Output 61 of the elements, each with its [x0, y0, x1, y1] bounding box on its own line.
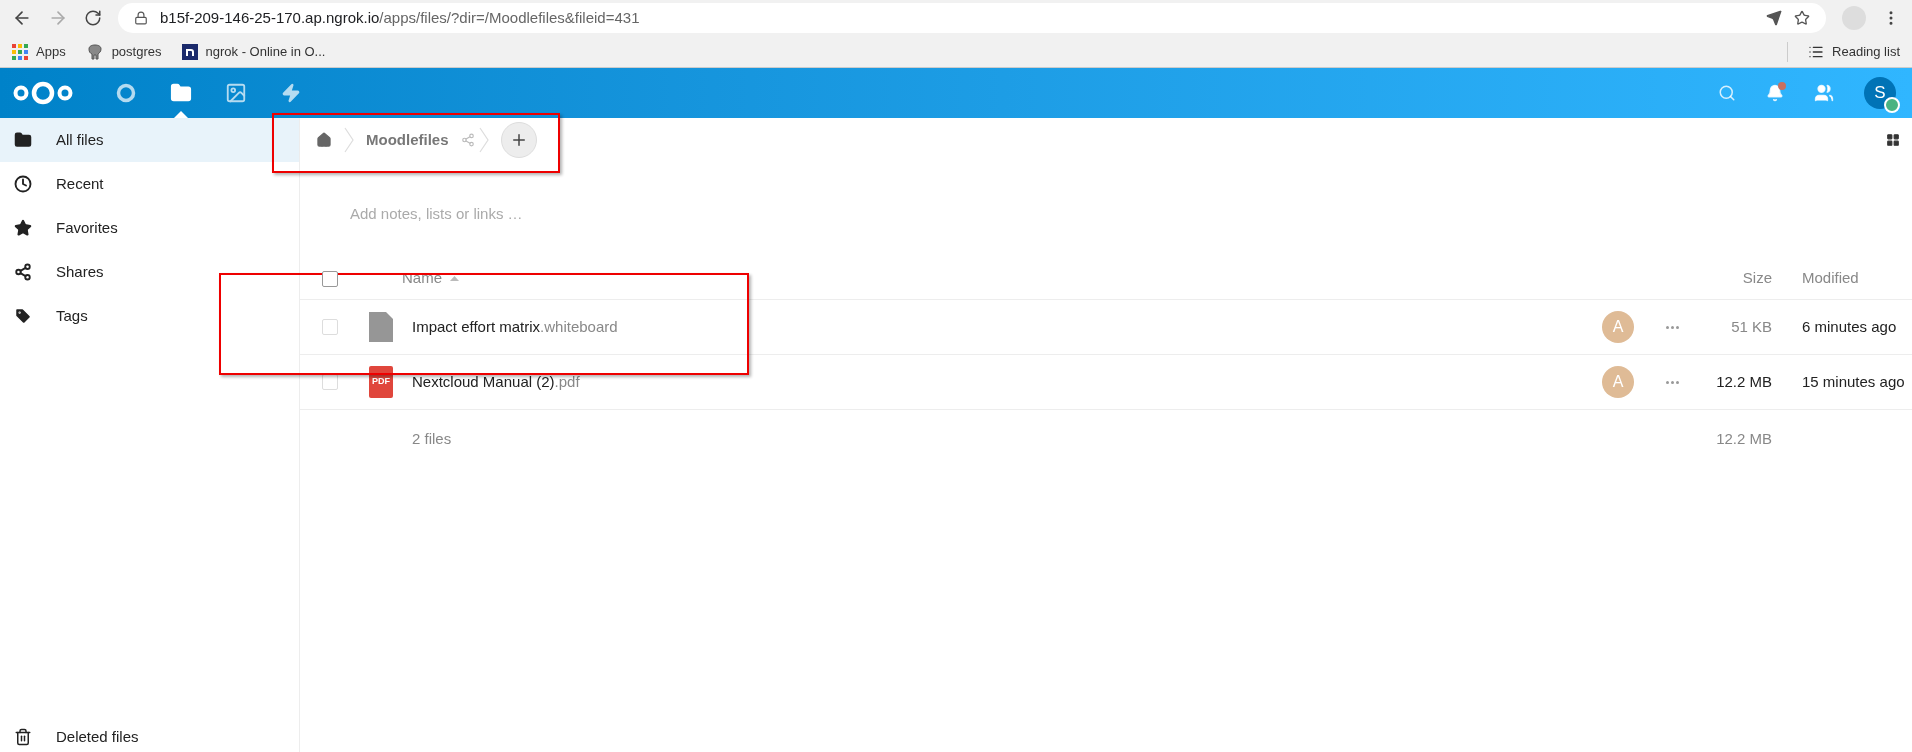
image-icon[interactable]	[224, 82, 247, 104]
grid-icon	[12, 43, 28, 60]
url-text: b15f-209-146-25-170.ap.ngrok.io/apps/files/?dir=/Moodlefiles&fileid=431	[160, 7, 640, 28]
file-name[interactable]: Impact effort matrix.whiteboard	[412, 315, 618, 339]
modified-time: 15 minutes ago	[1801, 371, 1906, 392]
contacts-icon[interactable]	[1814, 83, 1834, 103]
sidebar-item[interactable]: Tags	[0, 294, 299, 338]
owner-avatar: A	[1602, 366, 1634, 398]
clock-icon	[14, 175, 32, 193]
file-size: 51 KB	[1730, 316, 1772, 337]
select-all-checkbox[interactable]	[322, 270, 338, 287]
sidebar-item[interactable]: Shares	[0, 250, 299, 294]
file-count: 2 files	[412, 428, 452, 449]
sidebar-item[interactable]: Favorites	[0, 206, 299, 250]
home-icon[interactable]	[316, 132, 332, 148]
cloud-logo-icon[interactable]	[12, 79, 74, 107]
owner-avatar: A	[1602, 311, 1634, 343]
lock-icon	[134, 11, 148, 25]
chevron-icon	[344, 127, 354, 153]
modified-time: 6 minutes ago	[1801, 316, 1898, 337]
chevron-icon	[478, 127, 489, 153]
tag-icon	[14, 307, 32, 325]
notifications-icon[interactable]	[1766, 84, 1784, 102]
row-checkbox[interactable]	[322, 374, 338, 390]
notes-field[interactable]: Add notes, lists or links …	[350, 202, 950, 226]
reading-list-link[interactable]: Reading list	[1808, 41, 1900, 62]
sidebar-item[interactable]: Recent	[0, 162, 299, 206]
bookmark-link[interactable]: ngrok - Online in O...	[181, 41, 326, 62]
breadcrumb-folder[interactable]: Moodlefiles	[366, 128, 449, 152]
reload-icon[interactable]	[84, 9, 102, 27]
row-checkbox[interactable]	[322, 319, 338, 335]
search-icon[interactable]	[1718, 84, 1736, 102]
file-row[interactable]: Impact effort matrix.whiteboard A 51 KB 6 minutes ago	[300, 300, 1912, 355]
n-logo-icon	[181, 43, 198, 60]
bolt-icon[interactable]	[280, 83, 301, 103]
sort-arrow-icon	[450, 276, 459, 281]
circle-icon[interactable]	[114, 82, 137, 104]
share-icon	[14, 263, 32, 281]
grid-view-icon[interactable]	[1886, 133, 1900, 147]
file-icon	[369, 312, 393, 342]
modified-column-header[interactable]: Modified	[1772, 267, 1912, 290]
total-size: 12.2 MB	[1715, 428, 1772, 449]
file-name[interactable]: Nextcloud Manual (2).pdf	[412, 370, 580, 394]
elephant-icon	[85, 42, 104, 61]
address-bar[interactable]: b15f-209-146-25-170.ap.ngrok.io/apps/files/?dir=/Moodlefiles&fileid=431	[118, 3, 1826, 33]
folder-icon	[14, 131, 32, 149]
bookmark-star-icon[interactable]	[1794, 10, 1810, 26]
bookmark-link[interactable]: postgres	[85, 41, 162, 62]
file-size: 12.2 MB	[1715, 371, 1772, 392]
sidebar-item[interactable]: Deleted files	[0, 722, 299, 752]
bookmark-link[interactable]: Apps	[12, 41, 66, 62]
size-column-header[interactable]: Size	[1692, 267, 1772, 290]
star-icon	[14, 219, 32, 237]
file-row[interactable]: PDF Nextcloud Manual (2).pdf A 12.2 MB 15 minutes ago	[300, 355, 1912, 410]
trash-icon	[14, 728, 32, 746]
send-icon[interactable]	[1766, 10, 1782, 26]
sidebar-item[interactable]: All files	[0, 118, 299, 162]
folder-icon[interactable]	[169, 82, 192, 104]
share-icon[interactable]	[460, 133, 475, 147]
pdf-file-icon: PDF	[369, 366, 393, 398]
new-button[interactable]	[500, 122, 537, 158]
